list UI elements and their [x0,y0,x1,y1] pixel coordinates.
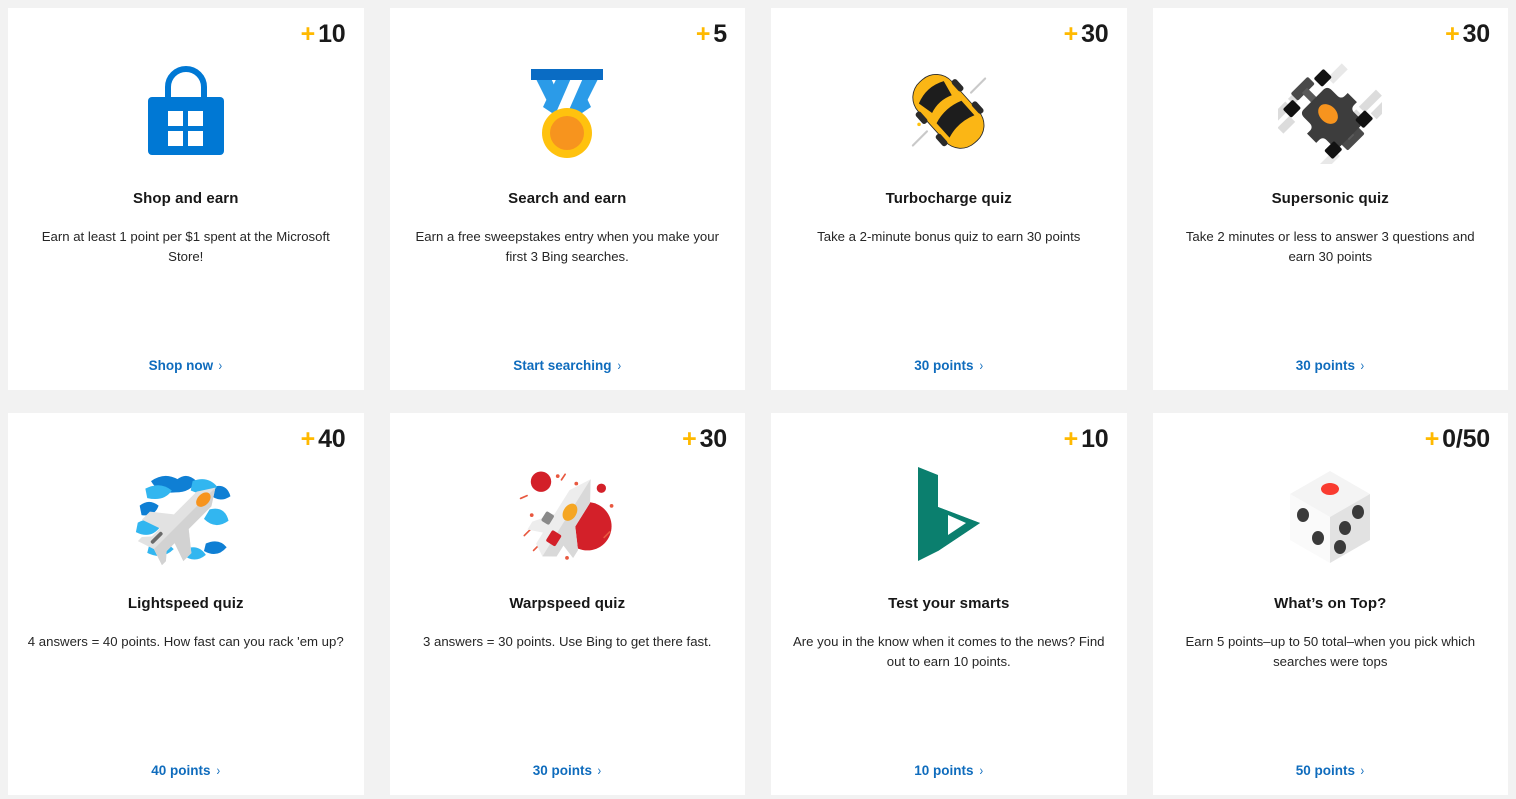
points-badge: +5 [696,22,727,47]
card-description: Earn a free sweepstakes entry when you m… [415,229,719,264]
reward-card-whats-on-top[interactable]: +0/50 What’s on Top? Earn 5 points–up to… [1152,413,1509,795]
card-description: Take a 2-minute bonus quiz to earn 30 po… [817,229,1081,244]
points-value: 30 [1462,20,1491,48]
card-link-label: 30 points [914,358,974,373]
reward-card-lightspeed-quiz[interactable]: +40 Lightspeed quiz 4 answers = 40 point… [8,413,364,795]
card-link-label: 40 points [151,763,211,778]
card-description: Earn at least 1 point per $1 spent at th… [41,229,330,264]
points-value: 40 [318,425,346,453]
card-description: Are you in the know when it comes to the… [792,634,1105,669]
points-badge: +30 [1064,22,1109,47]
reward-card-supersonic-quiz[interactable]: +30 Supersonic quiz Take 2 minutes or le… [1152,8,1509,390]
chevron-right-icon: › [218,357,223,373]
card-title: Search and earn [508,190,627,207]
card-description: 4 answers = 40 points. How fast can you … [27,634,344,649]
card-action-link[interactable]: Start searching › [390,357,746,373]
formula-race-car-icon [1278,60,1383,164]
rewards-card-grid: +10 Shop and earn Earn at least 1 point … [0,0,1516,795]
points-value: 10 [318,20,346,48]
card-title: Supersonic quiz [1271,190,1389,207]
card-action-link[interactable]: 50 points › [1153,762,1509,778]
points-value: 30 [699,425,728,453]
points-badge: +30 [682,427,727,452]
points-badge: +0/50 [1425,427,1490,452]
medal-icon [515,60,619,164]
points-value: 5 [713,20,727,48]
card-title: What’s on Top? [1274,595,1387,612]
card-description: Earn 5 points–up to 50 total–when you pi… [1185,634,1476,669]
card-link-label: Shop now [148,358,214,373]
points-badge: +10 [301,22,346,47]
chevron-right-icon: › [617,357,621,373]
points-plus-sign: + [682,425,697,453]
card-action-link[interactable]: 30 points › [1153,357,1509,373]
card-link-label: 30 points [1295,358,1356,373]
card-action-link[interactable]: Shop now › [8,357,364,373]
points-badge: +40 [301,427,346,452]
points-plus-sign: + [1445,20,1460,48]
bing-logo-icon [897,465,1001,569]
card-action-link[interactable]: 30 points › [771,357,1127,373]
reward-card-search-and-earn[interactable]: +5 Search and earn Earn a free sweepstak… [389,8,746,390]
card-description: Take 2 minutes or less to answer 3 quest… [1185,229,1475,264]
card-title: Turbocharge quiz [885,190,1012,207]
reward-card-test-your-smarts[interactable]: +10 Test your smarts Are you in the know… [771,413,1127,795]
chevron-right-icon: › [979,357,983,373]
reward-card-shop-and-earn[interactable]: +10 Shop and earn Earn at least 1 point … [8,8,364,390]
card-action-link[interactable]: 30 points › [390,762,746,778]
chevron-right-icon: › [1360,357,1365,373]
card-link-label: 10 points [914,763,974,778]
chevron-right-icon: › [597,762,602,778]
microsoft-store-bag-icon [134,60,238,164]
points-value: 30 [1081,20,1109,48]
card-link-label: Start searching [513,358,612,373]
card-title: Shop and earn [133,190,239,207]
reward-card-warpspeed-quiz[interactable]: +30 Warpspeed quiz 3 answers = 30 points… [389,413,746,795]
card-title: Warpspeed quiz [509,595,626,612]
card-link-label: 30 points [532,763,593,778]
points-plus-sign: + [300,425,316,453]
points-plus-sign: + [1424,425,1440,453]
chevron-right-icon: › [979,762,983,778]
reward-card-turbocharge-quiz[interactable]: +30 Turbocharge quiz Take a 2-minute bon… [771,8,1127,390]
jet-fighter-icon [134,465,238,569]
card-title: Test your smarts [888,595,1010,612]
points-plus-sign: + [1063,425,1079,453]
chevron-right-icon: › [1360,762,1365,778]
yellow-sports-car-icon [897,60,1001,164]
card-description: 3 answers = 30 points. Use Bing to get t… [423,634,712,649]
card-title: Lightspeed quiz [127,595,244,612]
card-action-link[interactable]: 10 points › [771,762,1127,778]
chevron-right-icon: › [216,762,220,778]
card-link-label: 50 points [1295,763,1356,778]
card-action-link[interactable]: 40 points › [8,762,364,778]
dice-icon [1278,465,1382,569]
points-value: 0/50 [1442,425,1490,453]
points-plus-sign: + [300,20,316,48]
spaceship-icon [515,465,619,569]
points-badge: +30 [1445,22,1490,47]
points-plus-sign: + [695,20,711,48]
points-badge: +10 [1064,427,1109,452]
points-value: 10 [1081,425,1109,453]
points-plus-sign: + [1063,20,1079,48]
